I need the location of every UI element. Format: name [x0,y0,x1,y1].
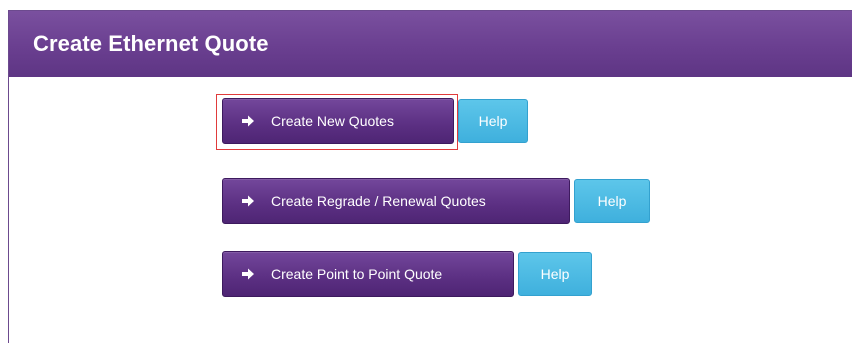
help-button-new-quotes[interactable]: Help [458,99,528,143]
create-new-quotes-label: Create New Quotes [271,113,394,129]
action-row-regrade-renewal: Create Regrade / Renewal Quotes Help [222,178,650,224]
create-point-to-point-quote-button[interactable]: Create Point to Point Quote [222,251,514,297]
create-new-quotes-button[interactable]: Create New Quotes [222,98,454,144]
help-button-regrade-renewal[interactable]: Help [574,179,650,223]
create-regrade-renewal-quotes-button[interactable]: Create Regrade / Renewal Quotes [222,178,570,224]
arrow-right-icon [241,194,255,208]
panel-title: Create Ethernet Quote [33,31,269,56]
create-point-to-point-quote-label: Create Point to Point Quote [271,266,443,282]
create-regrade-renewal-quotes-label: Create Regrade / Renewal Quotes [271,193,486,209]
arrow-right-icon [241,267,255,281]
action-row-new-quotes: Create New Quotes Help [222,98,528,144]
arrow-right-icon [241,114,255,128]
panel-header: Create Ethernet Quote [9,11,852,77]
action-row-point-to-point: Create Point to Point Quote Help [222,251,592,297]
help-button-point-to-point[interactable]: Help [518,252,592,296]
